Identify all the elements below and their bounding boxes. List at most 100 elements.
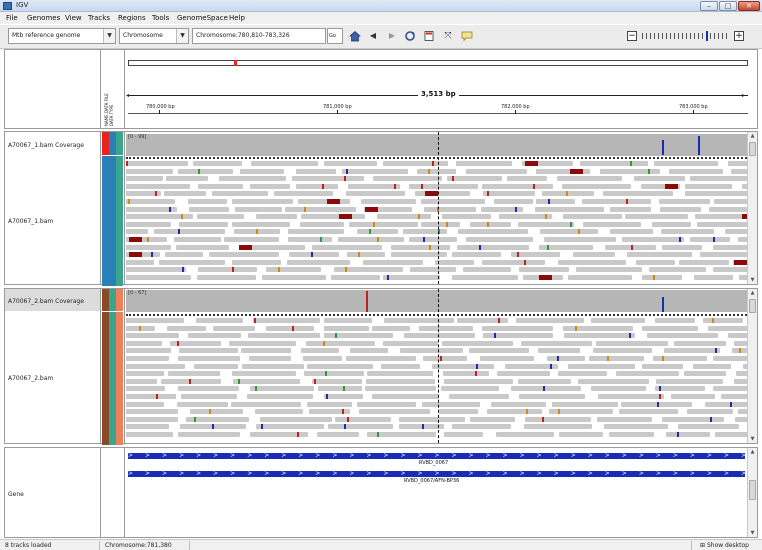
aligned-read[interactable]	[265, 267, 322, 273]
zoom-level-tick[interactable]	[678, 33, 679, 39]
aligned-read[interactable]	[177, 386, 239, 392]
genome-dropdown[interactable]: Mtb reference genome ▼	[8, 28, 116, 44]
aligned-read[interactable]	[300, 214, 365, 220]
aligned-read[interactable]	[686, 409, 734, 415]
aligned-read[interactable]	[345, 356, 416, 361]
aligned-read[interactable]	[482, 191, 535, 197]
zoom-level-tick[interactable]	[646, 33, 647, 39]
aligned-read[interactable]	[563, 214, 622, 220]
aligned-read[interactable]	[694, 275, 734, 280]
aligned-read[interactable]	[735, 416, 747, 422]
aligned-read[interactable]	[738, 275, 747, 280]
aligned-read[interactable]	[187, 199, 228, 204]
aligned-read[interactable]	[662, 244, 702, 250]
aligned-read[interactable]	[178, 432, 240, 437]
track-name-coverage-1[interactable]: A70067_1.bam Coverage	[8, 142, 84, 149]
aligned-read[interactable]	[251, 161, 318, 166]
aligned-read[interactable]	[469, 416, 516, 422]
aligned-read[interactable]	[126, 409, 179, 415]
aligned-read[interactable]	[572, 252, 616, 258]
aligned-read[interactable]	[196, 214, 245, 220]
aligned-read[interactable]	[451, 424, 512, 430]
aligned-read[interactable]	[399, 416, 466, 422]
aligned-read[interactable]	[292, 176, 364, 182]
zoom-level-tick[interactable]	[706, 31, 708, 41]
aligned-read[interactable]	[670, 394, 716, 399]
aligned-read[interactable]	[708, 206, 747, 212]
aligned-read[interactable]	[581, 199, 652, 204]
aligned-read[interactable]	[417, 168, 457, 174]
aligned-read[interactable]	[126, 432, 174, 437]
aligned-read[interactable]	[518, 221, 575, 227]
aligned-read[interactable]	[126, 340, 163, 346]
aligned-read[interactable]	[126, 378, 158, 384]
aligned-read[interactable]	[345, 191, 406, 197]
aligned-read[interactable]	[713, 267, 747, 273]
aligned-read[interactable]	[457, 244, 529, 250]
aligned-read[interactable]	[448, 394, 510, 399]
aligned-read[interactable]	[458, 229, 529, 235]
aligned-read[interactable]	[260, 416, 332, 422]
aligned-read[interactable]	[208, 252, 279, 258]
aligned-read[interactable]	[212, 325, 255, 331]
menu-help[interactable]: Help	[229, 14, 245, 22]
aligned-read[interactable]	[181, 394, 238, 399]
aligned-read[interactable]	[248, 356, 291, 361]
coverage-snp-bar[interactable]	[662, 297, 664, 312]
aligned-read[interactable]	[164, 252, 204, 258]
aligned-read[interactable]	[287, 229, 345, 235]
aligned-read[interactable]	[596, 340, 668, 346]
zoom-slider[interactable]	[642, 31, 732, 41]
aligned-read[interactable]	[304, 371, 364, 377]
aligned-read[interactable]	[348, 221, 418, 227]
gene-feature-1[interactable]: >>>>>>>>>>>>>>>>>>>>>>>>>>>>>>>>>>>>>>>>	[128, 452, 745, 459]
aligned-read[interactable]	[724, 229, 747, 235]
aligned-read[interactable]	[174, 237, 221, 242]
aligned-read[interactable]	[604, 424, 669, 430]
zoom-level-tick[interactable]	[726, 33, 727, 39]
aligned-read[interactable]	[126, 176, 164, 182]
aligned-read[interactable]	[590, 386, 647, 392]
attribute-file-swatch[interactable]	[109, 312, 116, 445]
aligned-read[interactable]	[518, 394, 586, 399]
aligned-read[interactable]	[262, 275, 326, 280]
aligned-read[interactable]	[126, 161, 188, 166]
attribute-type-swatch[interactable]	[116, 132, 123, 155]
aligned-read[interactable]	[365, 386, 437, 392]
aligned-read[interactable]	[713, 386, 747, 392]
aligned-read[interactable]	[424, 206, 477, 212]
aligned-read[interactable]	[588, 356, 644, 361]
aligned-read[interactable]	[615, 371, 679, 377]
aligned-read[interactable]	[575, 267, 642, 273]
aligned-read[interactable]	[126, 333, 180, 339]
aligned-read[interactable]	[240, 168, 285, 174]
aligned-read[interactable]	[219, 176, 287, 182]
aligned-read[interactable]	[689, 176, 747, 182]
aligned-read[interactable]	[432, 363, 495, 369]
aligned-read[interactable]	[422, 356, 468, 361]
aligned-read[interactable]	[197, 267, 258, 273]
aligned-read[interactable]	[591, 318, 646, 323]
aligned-read[interactable]	[435, 259, 475, 265]
coverage-snp-bar[interactable]	[662, 140, 664, 155]
zoom-out-button[interactable]: −	[627, 31, 637, 41]
aligned-read[interactable]	[126, 318, 184, 323]
aligned-read[interactable]	[469, 348, 530, 354]
aligned-read[interactable]	[408, 237, 458, 242]
aligned-read[interactable]	[496, 371, 551, 377]
aligned-read[interactable]	[642, 363, 684, 369]
aligned-read[interactable]	[317, 432, 360, 437]
aligned-read[interactable]	[439, 409, 479, 415]
scroll-down-icon[interactable]: ▼	[748, 435, 757, 443]
aligned-read[interactable]	[167, 325, 206, 331]
aligned-read[interactable]	[440, 386, 500, 392]
aligned-read[interactable]	[673, 340, 726, 346]
aligned-read[interactable]	[506, 176, 548, 182]
aligned-read[interactable]	[158, 259, 225, 265]
zoom-level-tick[interactable]	[658, 33, 659, 39]
aligned-read[interactable]	[383, 275, 440, 280]
aligned-read[interactable]	[728, 161, 747, 166]
aligned-read[interactable]	[518, 378, 572, 384]
aligned-read[interactable]	[177, 168, 233, 174]
aligned-read[interactable]	[196, 275, 256, 280]
